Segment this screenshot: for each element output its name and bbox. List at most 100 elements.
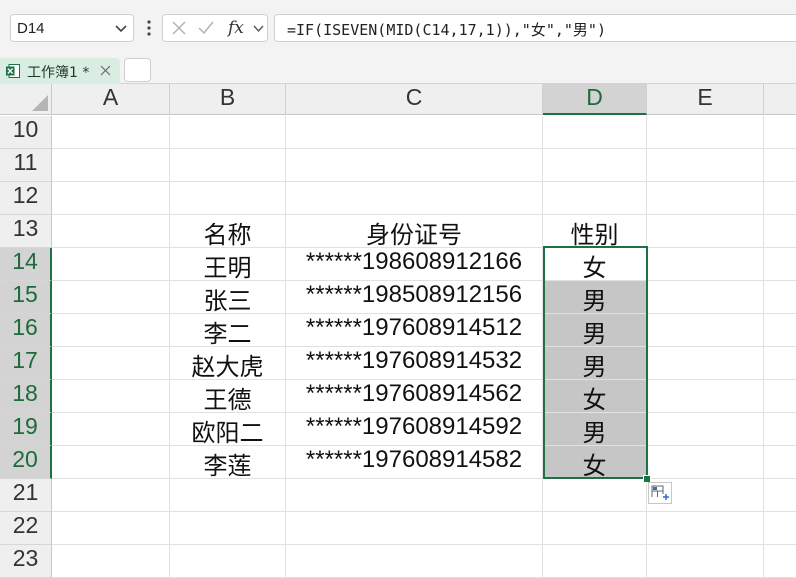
row-header-23[interactable]: 23 <box>0 545 52 578</box>
cell-overflow14[interactable] <box>764 248 796 281</box>
cell-b19[interactable]: 欧阳二 <box>170 413 286 446</box>
cell-overflow21[interactable] <box>764 479 796 512</box>
cell-c15[interactable]: ******198508912156 <box>286 281 543 314</box>
cell-c12[interactable] <box>286 182 543 215</box>
cell-c16[interactable]: ******197608914512 <box>286 314 543 347</box>
cell-d12[interactable] <box>543 182 647 215</box>
row-header-15[interactable]: 15 <box>0 281 52 314</box>
cell-c17[interactable]: ******197608914532 <box>286 347 543 380</box>
cell-b16[interactable]: 李二 <box>170 314 286 347</box>
cell-e14[interactable] <box>647 248 764 281</box>
column-header-e[interactable]: E <box>647 84 764 115</box>
cell-b13[interactable]: 名称 <box>170 215 286 248</box>
close-icon[interactable] <box>100 65 111 76</box>
cell-b10[interactable] <box>170 116 286 149</box>
name-box[interactable]: D14 <box>10 14 134 42</box>
cell-a13[interactable] <box>52 215 170 248</box>
fx-dropdown-icon[interactable] <box>253 23 264 33</box>
cell-b12[interactable] <box>170 182 286 215</box>
cell-a16[interactable] <box>52 314 170 347</box>
cell-a20[interactable] <box>52 446 170 479</box>
row-header-12[interactable]: 12 <box>0 182 52 215</box>
cell-c23[interactable] <box>286 545 543 578</box>
cell-a11[interactable] <box>52 149 170 182</box>
cell-d23[interactable] <box>543 545 647 578</box>
cell-c10[interactable] <box>286 116 543 149</box>
cell-d19[interactable]: 男 <box>543 413 647 446</box>
cell-c18[interactable]: ******197608914562 <box>286 380 543 413</box>
row-header-10[interactable]: 10 <box>0 116 52 149</box>
column-header-d[interactable]: D <box>543 84 647 115</box>
cell-d13[interactable]: 性别 <box>543 215 647 248</box>
cell-a10[interactable] <box>52 116 170 149</box>
cell-a19[interactable] <box>52 413 170 446</box>
cell-d10[interactable] <box>543 116 647 149</box>
cell-e17[interactable] <box>647 347 764 380</box>
cell-e11[interactable] <box>647 149 764 182</box>
cell-e22[interactable] <box>647 512 764 545</box>
cell-overflow18[interactable] <box>764 380 796 413</box>
cell-e20[interactable] <box>647 446 764 479</box>
cell-d15[interactable]: 男 <box>543 281 647 314</box>
cell-overflow16[interactable] <box>764 314 796 347</box>
row-header-22[interactable]: 22 <box>0 512 52 545</box>
cell-overflow20[interactable] <box>764 446 796 479</box>
cell-e12[interactable] <box>647 182 764 215</box>
cell-d11[interactable] <box>543 149 647 182</box>
cell-b23[interactable] <box>170 545 286 578</box>
row-header-18[interactable]: 18 <box>0 380 52 413</box>
cell-e13[interactable] <box>647 215 764 248</box>
cell-b11[interactable] <box>170 149 286 182</box>
cell-a18[interactable] <box>52 380 170 413</box>
cell-e16[interactable] <box>647 314 764 347</box>
cell-overflow12[interactable] <box>764 182 796 215</box>
cell-a14[interactable] <box>52 248 170 281</box>
cell-a12[interactable] <box>52 182 170 215</box>
cancel-x-icon[interactable] <box>171 20 187 36</box>
row-header-13[interactable]: 13 <box>0 215 52 248</box>
column-header-overflow[interactable] <box>764 84 796 115</box>
row-header-11[interactable]: 11 <box>0 149 52 182</box>
cell-e19[interactable] <box>647 413 764 446</box>
row-header-20[interactable]: 20 <box>0 446 52 479</box>
checkmark-icon[interactable] <box>197 20 215 36</box>
select-all-button[interactable] <box>0 84 52 115</box>
cell-a21[interactable] <box>52 479 170 512</box>
cell-overflow10[interactable] <box>764 116 796 149</box>
cell-c22[interactable] <box>286 512 543 545</box>
row-header-14[interactable]: 14 <box>0 248 52 281</box>
column-header-a[interactable]: A <box>52 84 170 115</box>
row-header-16[interactable]: 16 <box>0 314 52 347</box>
cell-overflow23[interactable] <box>764 545 796 578</box>
cell-d21[interactable] <box>543 479 647 512</box>
cell-c19[interactable]: ******197608914592 <box>286 413 543 446</box>
cell-e15[interactable] <box>647 281 764 314</box>
quick-analysis-button[interactable] <box>648 482 672 504</box>
column-header-b[interactable]: B <box>170 84 286 115</box>
cell-d16[interactable]: 男 <box>543 314 647 347</box>
cell-d20[interactable]: 女 <box>543 446 647 479</box>
cell-overflow17[interactable] <box>764 347 796 380</box>
cell-a23[interactable] <box>52 545 170 578</box>
more-vertical-icon[interactable] <box>146 18 152 38</box>
cell-a15[interactable] <box>52 281 170 314</box>
cell-e23[interactable] <box>647 545 764 578</box>
chevron-down-icon[interactable] <box>114 21 128 35</box>
row-header-19[interactable]: 19 <box>0 413 52 446</box>
cell-c14[interactable]: ******198608912166 <box>286 248 543 281</box>
tab-workbook[interactable]: 工作簿1 * <box>0 58 120 84</box>
cell-overflow11[interactable] <box>764 149 796 182</box>
cell-b17[interactable]: 赵大虎 <box>170 347 286 380</box>
cell-c13[interactable]: 身份证号 <box>286 215 543 248</box>
cell-b14[interactable]: 王明 <box>170 248 286 281</box>
cell-c21[interactable] <box>286 479 543 512</box>
cell-c11[interactable] <box>286 149 543 182</box>
cell-d18[interactable]: 女 <box>543 380 647 413</box>
column-header-c[interactable]: C <box>286 84 543 115</box>
cell-a22[interactable] <box>52 512 170 545</box>
cell-overflow13[interactable] <box>764 215 796 248</box>
cell-b21[interactable] <box>170 479 286 512</box>
cell-d14[interactable]: 女 <box>543 248 647 281</box>
row-header-17[interactable]: 17 <box>0 347 52 380</box>
new-tab-button[interactable] <box>124 58 151 82</box>
